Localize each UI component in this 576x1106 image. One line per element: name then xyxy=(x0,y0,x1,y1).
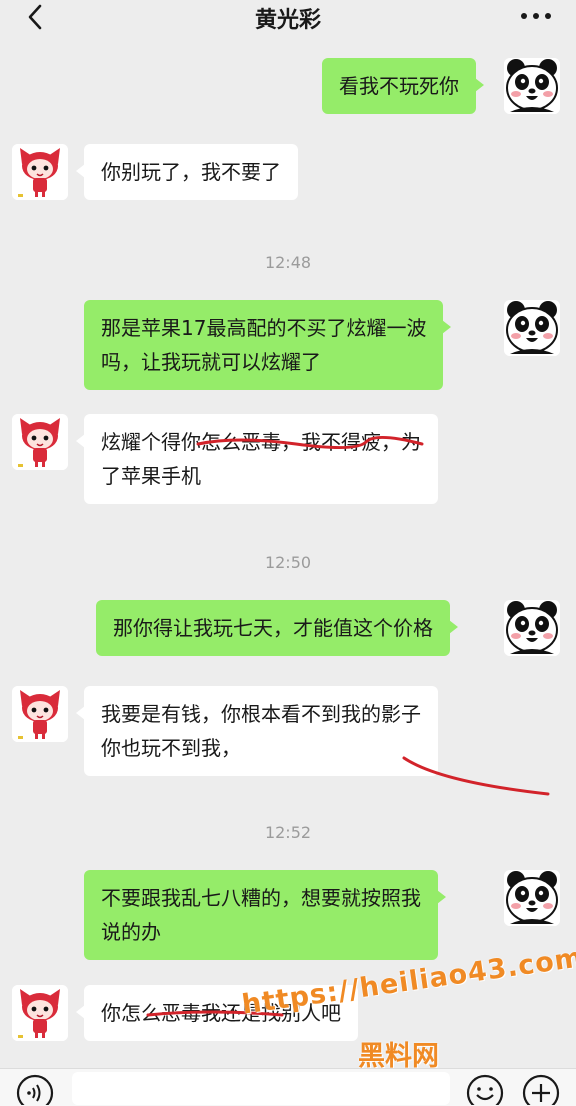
message-line: 不要跟我乱七八糟的，想要就按照我 xyxy=(101,886,421,910)
voice-icon[interactable] xyxy=(16,1074,54,1105)
emoji-icon[interactable] xyxy=(466,1074,504,1105)
timestamp: 12:52 xyxy=(264,823,312,842)
contact-avatar[interactable] xyxy=(12,144,68,200)
message-line: 你也玩不到我， xyxy=(101,736,241,760)
underline-mark xyxy=(402,756,550,796)
message-line: 了苹果手机 xyxy=(101,464,201,488)
self-avatar-panda[interactable] xyxy=(504,300,560,356)
received-message-bubble[interactable]: 我要是有钱，你根本看不到我的影子 你也玩不到我， xyxy=(76,686,438,776)
message-line: 我要是有钱，你根本看不到我的影子 xyxy=(101,702,421,726)
message-line: 说的办 xyxy=(101,920,161,944)
message-text: 那你得让我玩七天，才能值这个价格 xyxy=(113,616,433,640)
plus-icon[interactable] xyxy=(522,1074,560,1105)
message-text: 看我不玩死你 xyxy=(339,74,459,98)
more-dots-icon[interactable] xyxy=(516,2,556,32)
chat-header: 黄光彩 xyxy=(0,0,576,40)
sent-message-bubble[interactable]: 不要跟我乱七八糟的，想要就按照我 说的办 xyxy=(84,870,446,960)
contact-avatar[interactable] xyxy=(12,414,68,470)
self-avatar-panda[interactable] xyxy=(504,58,560,114)
self-avatar-panda[interactable] xyxy=(504,870,560,926)
message-input[interactable] xyxy=(72,1072,450,1105)
chat-title: 黄光彩 xyxy=(254,8,321,33)
contact-avatar[interactable] xyxy=(12,985,68,1041)
contact-avatar[interactable] xyxy=(12,686,68,742)
received-message-bubble[interactable]: 你别玩了，我不要了 xyxy=(76,144,298,200)
timestamp: 12:50 xyxy=(264,553,312,572)
message-line: 那是苹果17最高配的不买了炫耀一波 xyxy=(101,316,427,340)
self-avatar-panda[interactable] xyxy=(504,600,560,656)
timestamp: 12:48 xyxy=(264,253,312,272)
sent-message-bubble[interactable]: 那你得让我玩七天，才能值这个价格 xyxy=(96,600,458,656)
sent-message-bubble[interactable]: 那是苹果17最高配的不买了炫耀一波 吗，让我玩就可以炫耀了 xyxy=(84,300,452,390)
message-text: 你别玩了，我不要了 xyxy=(101,160,281,184)
sent-message-bubble[interactable]: 看我不玩死你 xyxy=(322,58,484,114)
message-line: 吗，让我玩就可以炫耀了 xyxy=(101,350,321,374)
strikethrough-mark xyxy=(196,436,424,450)
